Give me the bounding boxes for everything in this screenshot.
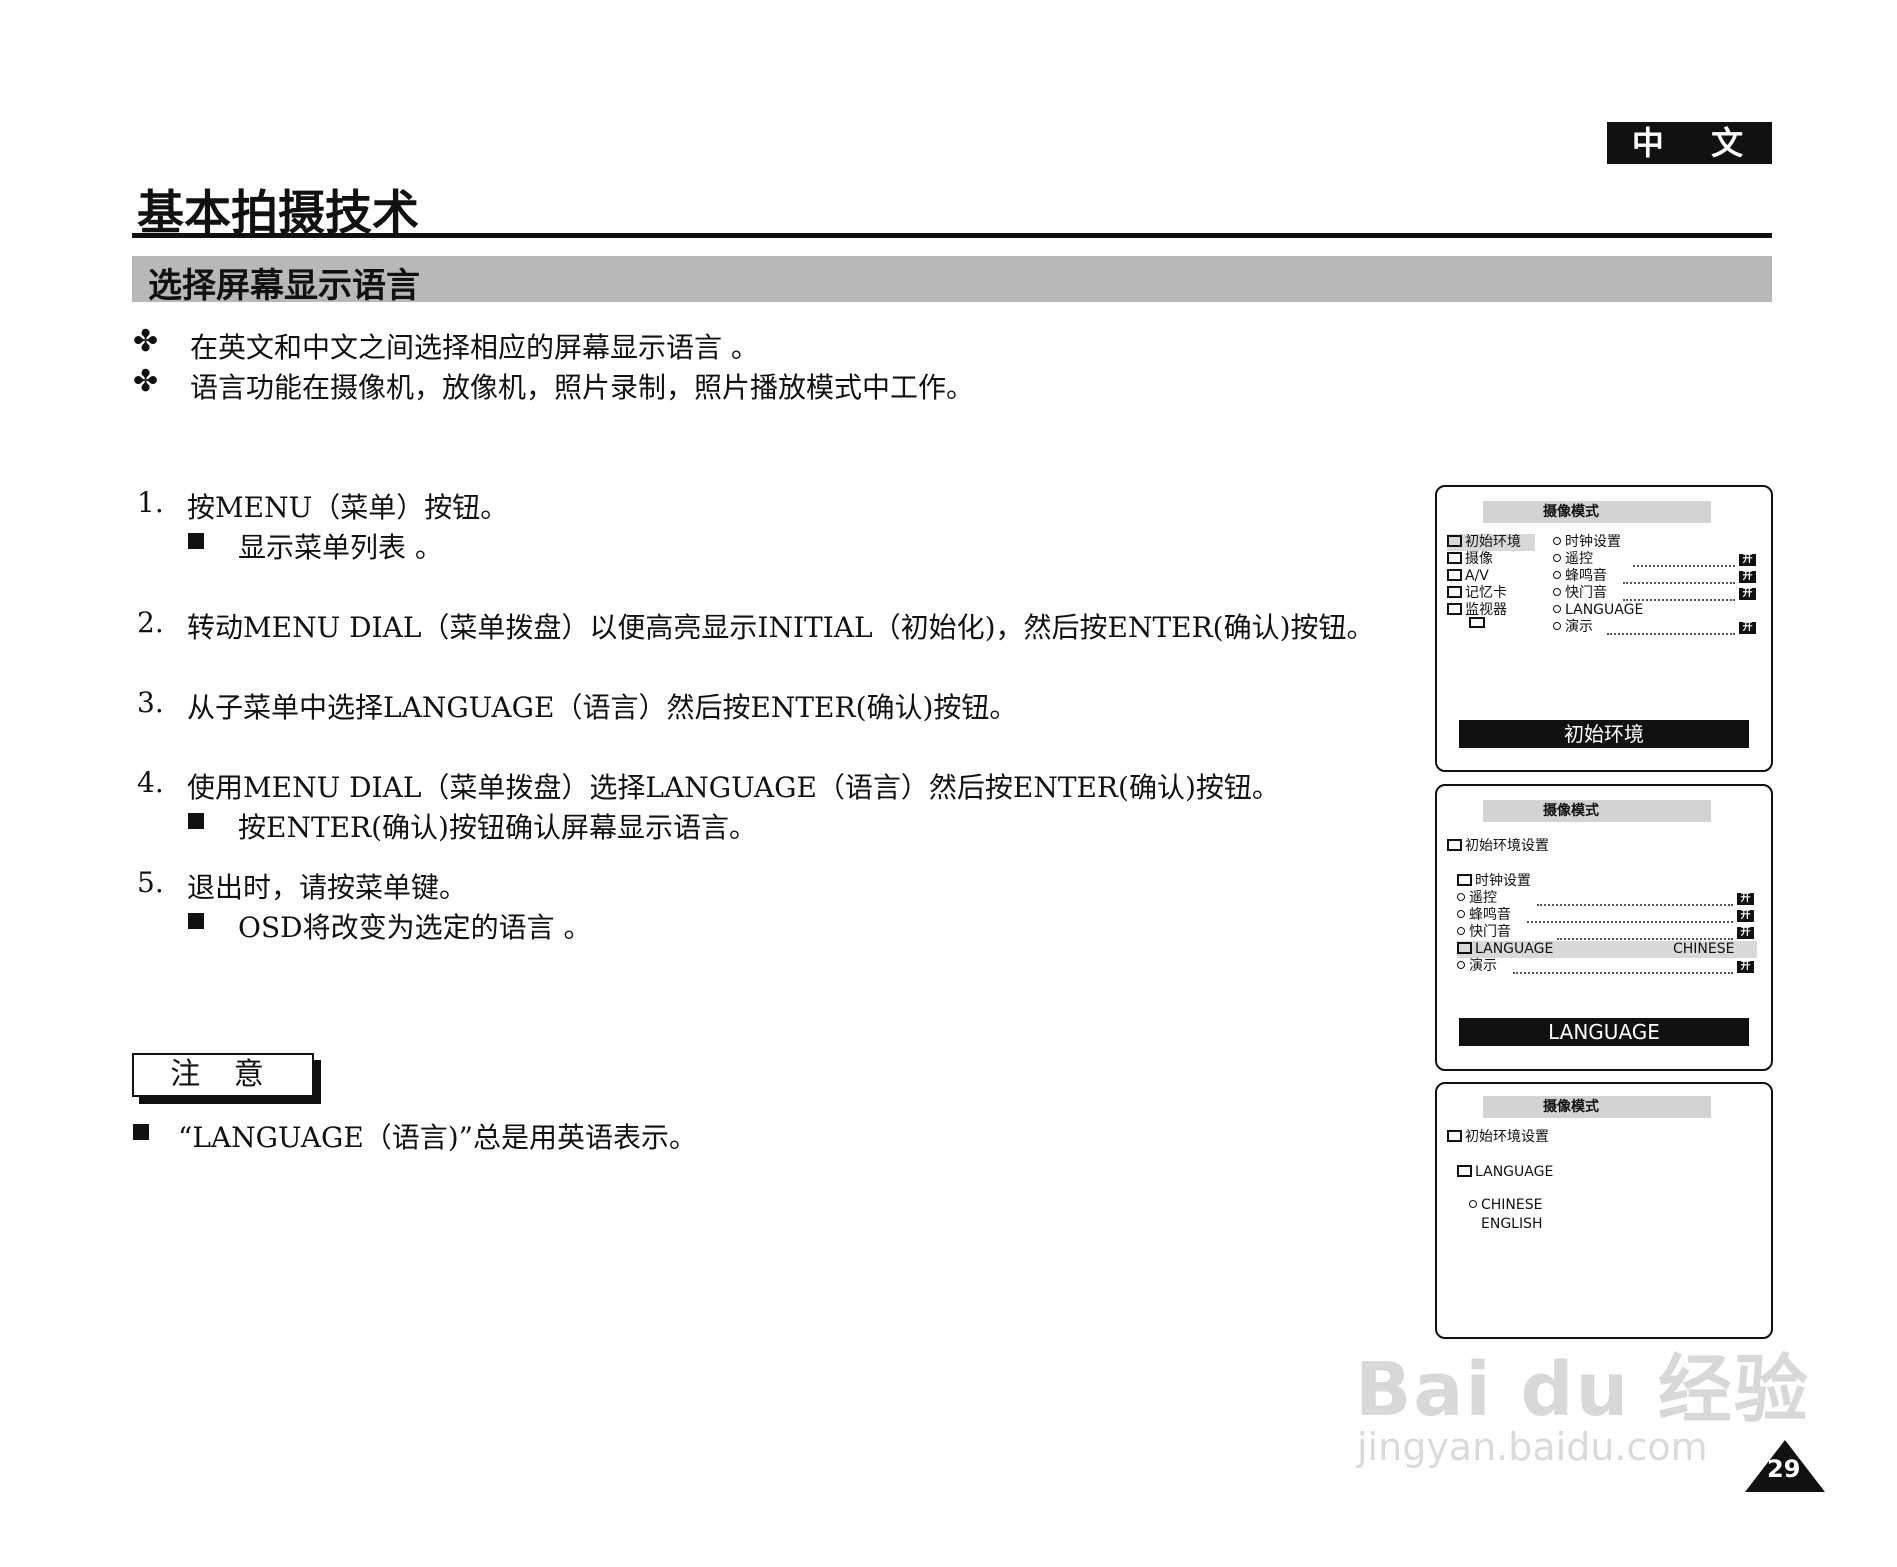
section-title: 选择屏幕显示语言 <box>148 266 420 306</box>
step-number: 3. <box>137 686 164 719</box>
option-english: ENGLISH <box>1481 1216 1543 1232</box>
menu-item-language: LANGUAGE <box>1457 1164 1553 1181</box>
step-sub-text: 按ENTER(确认)按钮确认屏幕显示语言。 <box>238 811 757 844</box>
on-badge: 开 <box>1739 554 1756 566</box>
step-text: 退出时，请按菜单键。 <box>187 871 468 904</box>
menu-item-clock: 时钟设置 <box>1457 873 1531 890</box>
screen-header: 摄像模式 <box>1483 1096 1711 1118</box>
on-badge: 开 <box>1739 571 1756 583</box>
note-text: “LANGUAGE（语言)”总是用英语表示。 <box>178 1121 697 1154</box>
step-text: 按MENU（菜单）按钮。 <box>187 491 509 524</box>
menu-item-language: LANGUAGE <box>1553 602 1643 619</box>
on-badge: 开 <box>1737 961 1754 973</box>
on-badge: 开 <box>1739 622 1756 634</box>
menu-item-remote: 遥控 <box>1553 551 1593 568</box>
monitor-icon <box>1469 617 1485 628</box>
menu-item-beep: 蜂鸣音 <box>1457 907 1511 924</box>
language-badge: 中 文 <box>1607 122 1772 164</box>
option-chinese: CHINESE <box>1469 1197 1542 1214</box>
menu-item-shutter: 快门音 <box>1553 585 1607 602</box>
screen-footer: LANGUAGE <box>1459 1018 1749 1046</box>
step-number: 1. <box>137 486 164 519</box>
watermark-logo: Bai du 经验 <box>1355 1347 1810 1433</box>
menu-path: 初始环境设置 <box>1447 1129 1549 1146</box>
title-rule <box>132 233 1772 238</box>
menu-item-camera: 摄像 <box>1447 551 1493 568</box>
square-bullet-icon <box>133 1124 149 1140</box>
menu-item-shutter: 快门音 <box>1457 924 1511 941</box>
language-value: CHINESE <box>1673 941 1735 957</box>
screen-footer: 初始环境 <box>1459 720 1749 748</box>
osd-screen-initial-setup: 摄像模式 初始环境设置 时钟设置 遥控 开 蜂鸣音 开 快门音 开 LANGUA… <box>1435 784 1773 1071</box>
square-bullet-icon <box>188 913 204 929</box>
menu-item-remote: 遥控 <box>1457 890 1497 907</box>
menu-item-memory-card: 记忆卡 <box>1447 585 1507 602</box>
step-sub-text: OSD将改变为选定的语言 。 <box>238 911 592 944</box>
step-number: 4. <box>137 766 164 799</box>
screen-header: 摄像模式 <box>1483 501 1711 523</box>
screen-header: 摄像模式 <box>1483 800 1711 822</box>
menu-item-av: A/V <box>1447 568 1489 585</box>
square-bullet-icon <box>188 533 204 549</box>
watermark-url: jingyan.baidu.com <box>1357 1425 1708 1469</box>
note-label: 注 意 <box>132 1053 314 1097</box>
menu-item-demo: 演示 <box>1457 958 1497 975</box>
page-number: 29 <box>1767 1455 1801 1483</box>
on-badge: 开 <box>1737 893 1754 905</box>
step-number: 2. <box>137 606 164 639</box>
step-text: 转动MENU DIAL（菜单拨盘）以便高亮显示INITIAL（初始化)，然后按E… <box>187 611 1375 644</box>
osd-screen-menu: 摄像模式 初始环境 摄像 A/V 记忆卡 监视器 时钟设置 遥控 开 蜂鸣音 开… <box>1435 485 1773 772</box>
intro-text: 在英文和中文之间选择相应的屏幕显示语言 。 <box>190 331 759 364</box>
on-badge: 开 <box>1737 927 1754 939</box>
menu-item-demo: 演示 <box>1553 619 1593 636</box>
flower-bullet-icon: ✤ <box>133 364 159 399</box>
menu-item-clock: 时钟设置 <box>1553 534 1621 551</box>
on-badge: 开 <box>1737 910 1754 922</box>
intro-text: 语言功能在摄像机，放像机，照片录制，照片播放模式中工作。 <box>190 371 975 404</box>
flower-bullet-icon: ✤ <box>133 324 159 359</box>
menu-item-beep: 蜂鸣音 <box>1553 568 1607 585</box>
osd-screen-language: 摄像模式 初始环境设置 LANGUAGE CHINESE ENGLISH <box>1435 1082 1773 1339</box>
step-text: 使用MENU DIAL（菜单拨盘）选择LANGUAGE（语言）然后按ENTER(… <box>187 771 1280 804</box>
menu-path: 初始环境设置 <box>1447 838 1549 855</box>
step-sub-text: 显示菜单列表 。 <box>238 531 443 564</box>
menu-item-initial: 初始环境 <box>1447 534 1535 551</box>
step-number: 5. <box>137 866 164 899</box>
step-text: 从子菜单中选择LANGUAGE（语言）然后按ENTER(确认)按钮。 <box>187 691 1018 724</box>
on-badge: 开 <box>1739 588 1756 600</box>
square-bullet-icon <box>188 813 204 829</box>
